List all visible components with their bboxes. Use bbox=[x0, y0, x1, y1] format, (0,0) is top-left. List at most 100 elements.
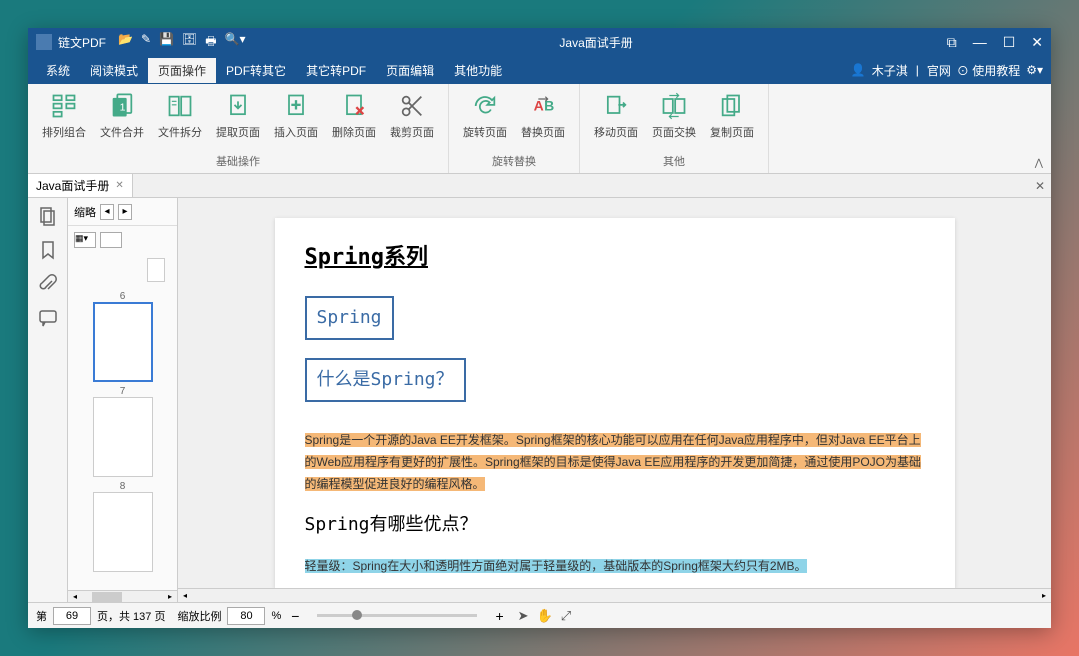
menu-system[interactable]: 系统 bbox=[36, 58, 80, 83]
thumb-hscroll[interactable]: ◂ ▸ bbox=[68, 590, 177, 602]
thumb-7[interactable]: 7 bbox=[72, 386, 173, 477]
sidebar-comment-icon[interactable] bbox=[38, 308, 58, 328]
svg-text:1: 1 bbox=[120, 102, 126, 114]
slider-handle[interactable] bbox=[352, 610, 362, 620]
maximize-icon[interactable]: ☐ bbox=[1003, 34, 1016, 51]
titlebar: 链文PDF 📂 ✎ 💾 🗄 🖶 🔍▾ Java面试手册 ⧉ — ☐ ✕ bbox=[28, 28, 1051, 56]
thumbs-header: 缩略 ◂ ▸ bbox=[68, 198, 177, 226]
close-icon[interactable]: ✕ bbox=[1031, 34, 1043, 51]
tabbar: Java面试手册 ✕ ✕ bbox=[28, 174, 1051, 198]
tool-merge[interactable]: 1文件合并 bbox=[94, 88, 150, 151]
tool-replace[interactable]: AB替换页面 bbox=[515, 88, 571, 151]
restore-down-icon[interactable]: ⧉ bbox=[947, 34, 957, 51]
group-label-other: 其他 bbox=[588, 151, 760, 171]
sidebar-attachment-icon[interactable] bbox=[38, 274, 58, 294]
user-icon: 👤 bbox=[851, 63, 866, 77]
para-2: 轻量级：Spring在大小和透明性方面绝对属于轻量级的，基础版本的Spring框… bbox=[305, 559, 807, 573]
saveall-icon[interactable]: 🗄 bbox=[182, 32, 197, 53]
scroll-left-icon[interactable]: ◂ bbox=[68, 591, 82, 602]
statusbar: 第 页，共 137 页 缩放比例 % − + ➤ ✋ ⤢ bbox=[28, 602, 1051, 628]
sidebar-bookmark-icon[interactable] bbox=[38, 240, 58, 260]
tool-rotate[interactable]: 旋转页面 bbox=[457, 88, 513, 151]
zoom-input[interactable] bbox=[227, 607, 265, 625]
sidebar bbox=[28, 198, 68, 602]
doc-scroll[interactable]: Spring系列 Spring 什么是Spring？ Spring是一个开源的J… bbox=[178, 198, 1051, 588]
sidebar-pages-icon[interactable] bbox=[38, 206, 58, 226]
gear-icon[interactable]: ⚙▾ bbox=[1026, 63, 1043, 77]
zoom-pct: % bbox=[271, 610, 281, 622]
fit-icon[interactable]: ⤢ bbox=[561, 608, 571, 624]
tabbar-close-icon[interactable]: ✕ bbox=[1035, 179, 1045, 193]
tab-close-icon[interactable]: ✕ bbox=[115, 180, 123, 191]
ribbon: 排列组合 1文件合并 文件拆分 提取页面 插入页面 删除页面 裁剪页面 基础操作… bbox=[28, 84, 1051, 174]
content-area: 缩略 ◂ ▸ ▦▾ 6 7 8 ◂ ▸ bbox=[28, 198, 1051, 602]
thumbs-next[interactable]: ▸ bbox=[118, 204, 132, 220]
tool-copy[interactable]: 复制页面 bbox=[704, 88, 760, 151]
search-icon[interactable]: 🔍▾ bbox=[225, 32, 246, 53]
ribbon-group-basic: 排列组合 1文件合并 文件拆分 提取页面 插入页面 删除页面 裁剪页面 基础操作 bbox=[28, 84, 449, 173]
thumbnail-panel: 缩略 ◂ ▸ ▦▾ 6 7 8 ◂ ▸ bbox=[68, 198, 178, 602]
ribbon-group-rotate: 旋转页面 AB替换页面 旋转替换 bbox=[449, 84, 580, 173]
menu-page-ops[interactable]: 页面操作 bbox=[148, 58, 216, 83]
doc-scroll-right-icon[interactable]: ▸ bbox=[1037, 589, 1051, 602]
doc-h2: Spring有哪些优点？ bbox=[305, 509, 925, 541]
open-icon[interactable]: 📂 bbox=[118, 32, 133, 53]
tool-swap[interactable]: 页面交换 bbox=[646, 88, 702, 151]
menu-other[interactable]: 其他功能 bbox=[444, 58, 512, 83]
thumb-6[interactable]: 6 bbox=[72, 291, 173, 382]
svg-text:A: A bbox=[534, 98, 544, 114]
user-name[interactable]: 木子淇 bbox=[872, 62, 908, 79]
document-tab[interactable]: Java面试手册 ✕ bbox=[28, 174, 133, 197]
app-icon bbox=[36, 34, 52, 50]
doc-box-what: 什么是Spring？ bbox=[305, 358, 466, 402]
ribbon-group-other: 移动页面 页面交换 复制页面 其他 bbox=[580, 84, 769, 173]
app-window: 链文PDF 📂 ✎ 💾 🗄 🖶 🔍▾ Java面试手册 ⧉ — ☐ ✕ 系统 阅… bbox=[28, 28, 1051, 628]
doc-title: Java面试手册 bbox=[246, 34, 947, 51]
zoom-in-button[interactable]: + bbox=[491, 608, 507, 624]
doc-box-spring: Spring bbox=[305, 296, 394, 340]
doc-scroll-left-icon[interactable]: ◂ bbox=[178, 589, 192, 602]
thumb-option-1[interactable]: ▦▾ bbox=[74, 232, 96, 248]
tool-extract[interactable]: 提取页面 bbox=[210, 88, 266, 151]
tool-split[interactable]: 文件拆分 bbox=[152, 88, 208, 151]
scroll-right-icon[interactable]: ▸ bbox=[163, 591, 177, 602]
svg-text:B: B bbox=[544, 98, 554, 114]
thumb-option-2[interactable] bbox=[100, 232, 122, 248]
page-content: Spring系列 Spring 什么是Spring？ Spring是一个开源的J… bbox=[275, 218, 955, 588]
thumb-8[interactable]: 8 bbox=[72, 481, 173, 572]
doc-h1: Spring系列 bbox=[305, 238, 925, 278]
link-official[interactable]: 官网 bbox=[927, 62, 951, 79]
zoom-slider[interactable] bbox=[317, 614, 477, 617]
ribbon-collapse[interactable]: ⋀ bbox=[1035, 158, 1043, 169]
tool-delete[interactable]: 删除页面 bbox=[326, 88, 382, 151]
scroll-handle[interactable] bbox=[92, 592, 122, 602]
tool-arrange[interactable]: 排列组合 bbox=[36, 88, 92, 151]
app-name: 链文PDF bbox=[58, 34, 106, 51]
menu-to-pdf[interactable]: 其它转PDF bbox=[296, 58, 376, 83]
cursor-icon[interactable]: ➤ bbox=[518, 608, 529, 624]
tool-move[interactable]: 移动页面 bbox=[588, 88, 644, 151]
menubar: 系统 阅读模式 页面操作 PDF转其它 其它转PDF 页面编辑 其他功能 👤 木… bbox=[28, 56, 1051, 84]
zoom-label: 缩放比例 bbox=[177, 608, 221, 624]
thumbs-prev[interactable]: ◂ bbox=[100, 204, 114, 220]
link-tutorial[interactable]: ⊙ 使用教程 bbox=[957, 62, 1020, 79]
zoom-out-button[interactable]: − bbox=[287, 608, 303, 624]
hand-icon[interactable]: ✋ bbox=[537, 608, 553, 624]
menu-pdf-to[interactable]: PDF转其它 bbox=[216, 58, 296, 83]
tab-label: Java面试手册 bbox=[36, 177, 109, 194]
group-label-rotate: 旋转替换 bbox=[457, 151, 571, 171]
quick-toolbar: 📂 ✎ 💾 🗄 🖶 🔍▾ bbox=[118, 32, 246, 53]
page-total: 页，共 137 页 bbox=[97, 608, 165, 624]
thumbs-label: 缩略 bbox=[74, 204, 96, 220]
tool-crop[interactable]: 裁剪页面 bbox=[384, 88, 440, 151]
print-icon[interactable]: 🖶 bbox=[205, 32, 216, 53]
menu-page-edit[interactable]: 页面编辑 bbox=[376, 58, 444, 83]
window-controls: ⧉ — ☐ ✕ bbox=[947, 34, 1043, 51]
save-icon[interactable]: 💾 bbox=[159, 32, 174, 53]
doc-hscroll[interactable]: ◂ ▸ bbox=[178, 588, 1051, 602]
page-input[interactable] bbox=[53, 607, 91, 625]
menu-read-mode[interactable]: 阅读模式 bbox=[80, 58, 148, 83]
tool-insert[interactable]: 插入页面 bbox=[268, 88, 324, 151]
minimize-icon[interactable]: — bbox=[973, 34, 987, 51]
action-icon[interactable]: ✎ bbox=[141, 32, 151, 53]
